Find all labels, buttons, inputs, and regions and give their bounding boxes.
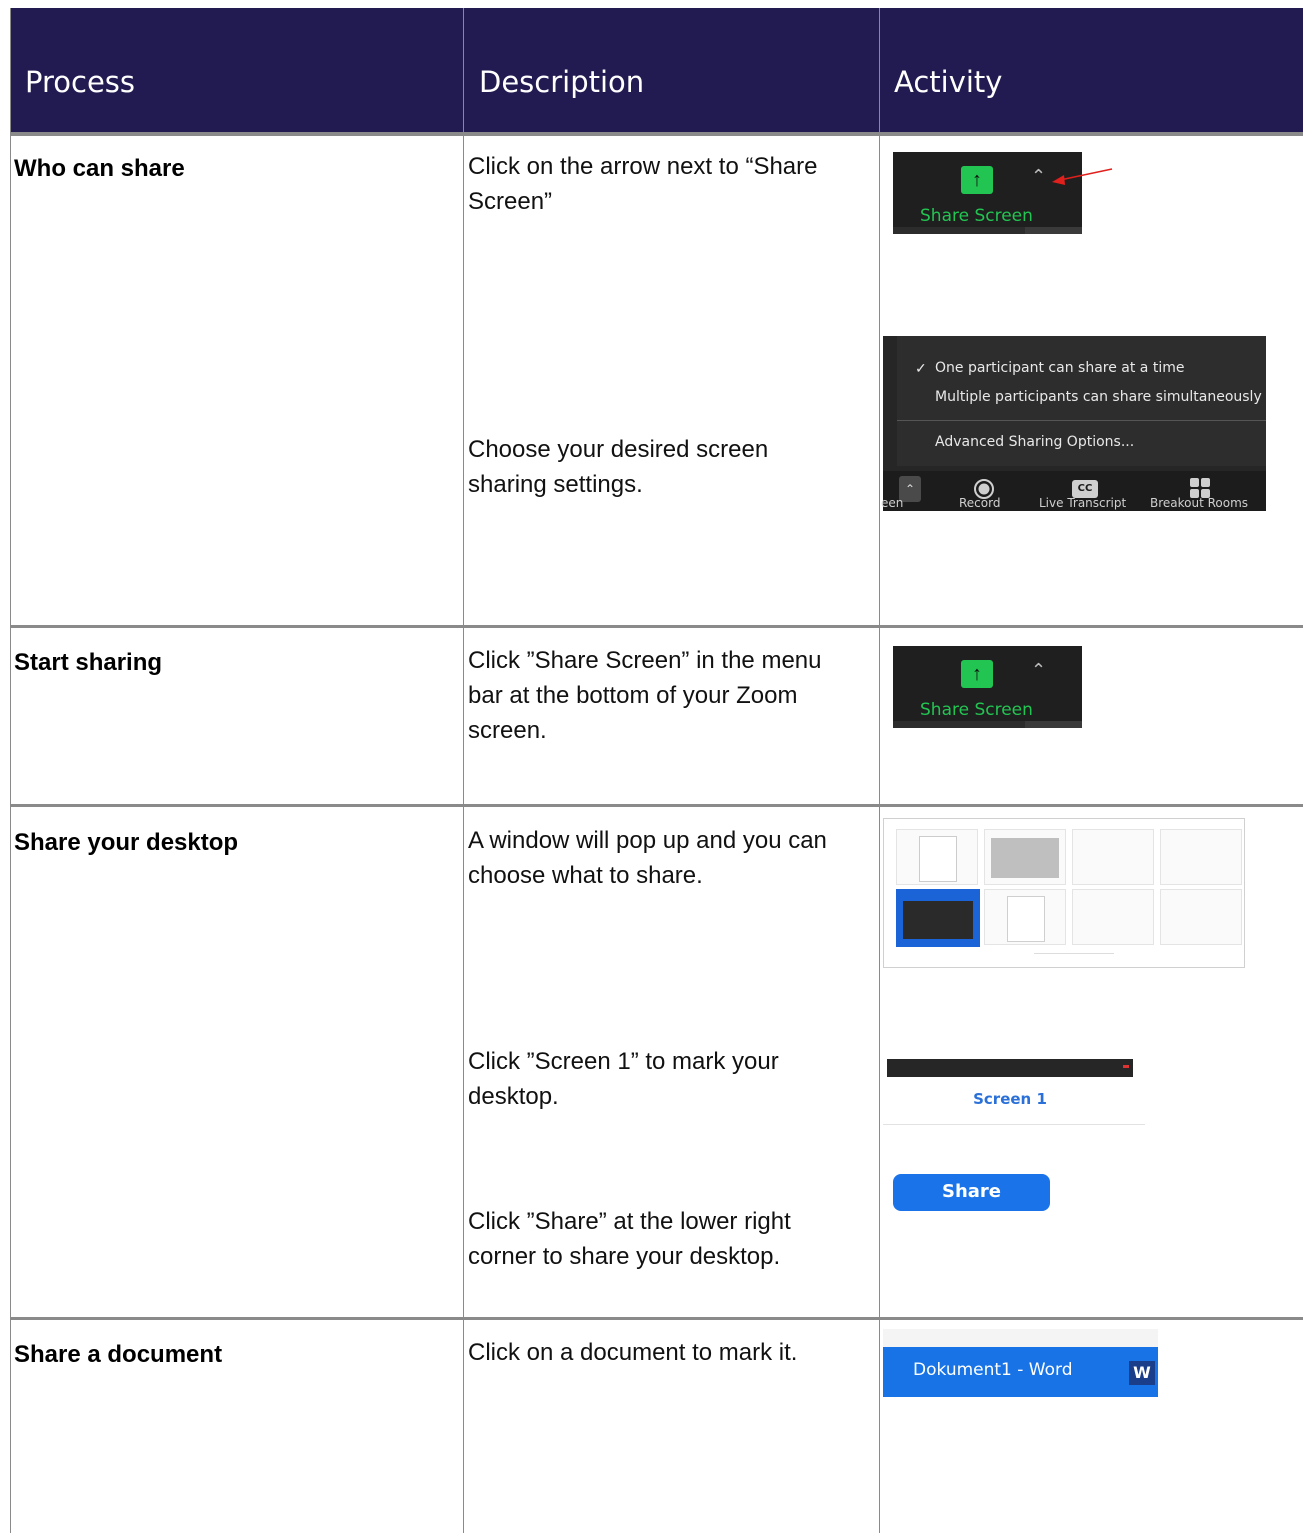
toolbar-breakout-rooms: Breakout Rooms [1150, 496, 1249, 510]
check-icon: ✓ [915, 360, 927, 376]
process-start-sharing: Start sharing [14, 649, 163, 676]
row-divider [11, 625, 1303, 628]
desc-who-can-share-1: Click on the arrow next to “Share Screen… [468, 153, 818, 215]
thumbnail [896, 829, 978, 885]
sharing-menu-screenshot: ✓ One participant can share at a time Mu… [881, 336, 1266, 511]
header-description: Description [479, 65, 645, 99]
document-screenshot: Dokument1 - Word W [883, 1329, 1158, 1397]
process-who-can-share: Who can share [14, 155, 185, 182]
desc-share-desktop-3: Click ”Share” at the lower right corner … [468, 1208, 791, 1270]
screen1-screenshot: Screen 1 [883, 1057, 1145, 1127]
toolbar-live-transcript: Live Transcript [1039, 496, 1127, 510]
share-screen-screenshot-2: ↑ ⌃ Share Screen [893, 646, 1082, 728]
column-divider [879, 8, 880, 1533]
thumbnail [1072, 889, 1154, 945]
share-screen-label: Share Screen [920, 206, 1033, 226]
header-process: Process [25, 65, 136, 99]
process-share-desktop: Share your desktop [14, 829, 239, 856]
desc-share-desktop-2: Click ”Screen 1” to mark your desktop. [468, 1048, 779, 1110]
menu-option-multiple: Multiple participants can share simultan… [935, 389, 1262, 405]
thumbnail-selected [896, 889, 980, 947]
menu-option-one-participant: One participant can share at a time [935, 360, 1185, 376]
chevron-up-icon: ⌃ [1031, 660, 1047, 680]
thumbnail [984, 889, 1066, 945]
desc-share-desktop-1: A window will pop up and you can choose … [468, 827, 827, 889]
process-share-document: Share a document [14, 1341, 223, 1368]
header-activity: Activity [894, 65, 1003, 99]
row-divider [11, 1317, 1303, 1320]
word-icon: W [1129, 1361, 1155, 1385]
desc-start-sharing: Click ”Share Screen” in the menu bar at … [468, 647, 822, 744]
column-divider [463, 8, 464, 1533]
pointer-arrow-icon [1052, 168, 1113, 185]
chevron-up-icon: ⌃ [1031, 166, 1047, 186]
thumbnail [1160, 889, 1242, 945]
share-button-screenshot: Share [893, 1174, 1050, 1211]
table-header: Process Description Activity [11, 8, 1303, 136]
row-divider [11, 804, 1303, 807]
menu-advanced-options: Advanced Sharing Options... [935, 434, 1135, 450]
desc-who-can-share-2: Choose your desired screen sharing setti… [468, 436, 769, 498]
thumbnail [984, 829, 1066, 885]
thumbnail [1072, 829, 1154, 885]
toolbar-share-fragment: een [881, 496, 904, 510]
up-arrow-icon: ↑ [961, 166, 993, 194]
desc-share-document: Click on a document to mark it. [468, 1339, 798, 1366]
instruction-table: Process Description Activity [10, 8, 1303, 1533]
document-label: Dokument1 - Word [913, 1360, 1073, 1380]
toolbar-record: Record [959, 496, 1001, 510]
screen1-label: Screen 1 [973, 1090, 1047, 1108]
share-screen-label: Share Screen [920, 700, 1033, 720]
up-arrow-icon: ↑ [961, 660, 993, 688]
share-window-screenshot [883, 818, 1245, 968]
thumbnail [1160, 829, 1242, 885]
